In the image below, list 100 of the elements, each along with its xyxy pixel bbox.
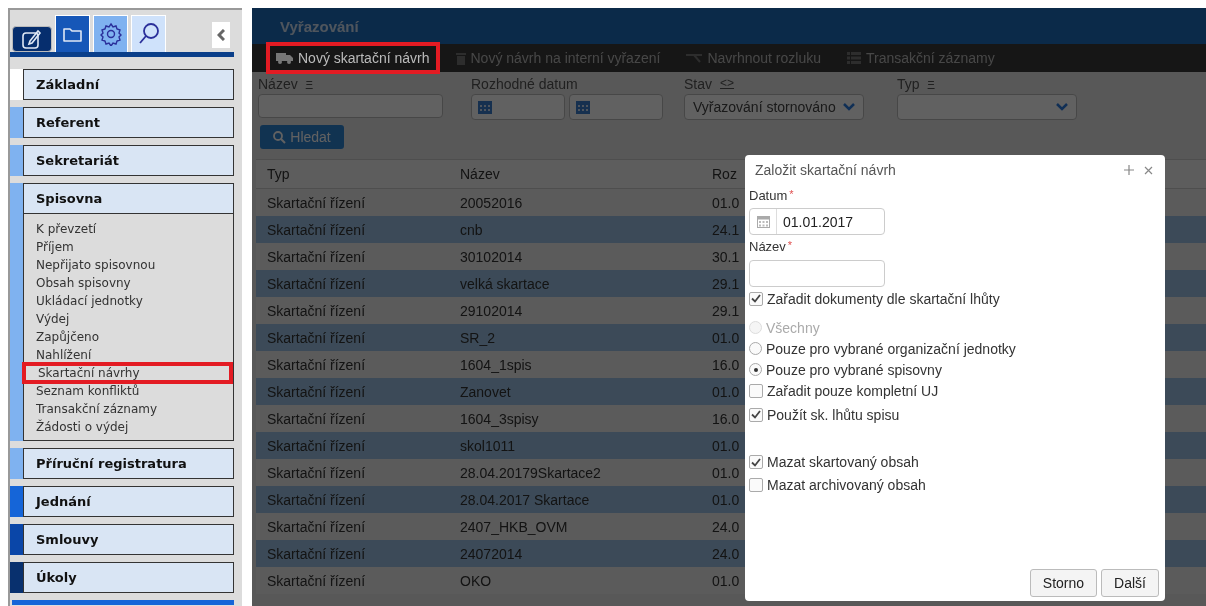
table-cell-text: OKO bbox=[459, 572, 493, 589]
table-cell-text: 16.0 bbox=[711, 356, 741, 373]
toolbar-button[interactable]: Nový skartační návrh bbox=[270, 46, 436, 70]
collapse-button[interactable] bbox=[212, 22, 230, 48]
checkbox[interactable] bbox=[749, 407, 763, 422]
table-cell-text: SR_2 bbox=[459, 329, 497, 346]
field-label: Název bbox=[749, 239, 786, 254]
date-field[interactable] bbox=[471, 94, 565, 120]
calendar-icon bbox=[478, 100, 492, 114]
menu-item[interactable]: K převzetí bbox=[34, 220, 233, 238]
table-cell-text: Skartační řízení bbox=[266, 248, 367, 265]
dialog-title: Založit skartační návrh bbox=[755, 162, 897, 178]
table-cell-text: Skartační řízení bbox=[266, 194, 367, 211]
table-cell-text: Zanovet bbox=[459, 383, 512, 400]
option-label: Mazat skartovaný obsah bbox=[767, 454, 919, 470]
table-cell-text: 01.0 bbox=[711, 464, 741, 481]
menu-item[interactable]: Výdej bbox=[34, 310, 233, 328]
date-field[interactable] bbox=[569, 94, 663, 120]
table-cell-text: 28.04.20179Skartace2 bbox=[459, 464, 602, 481]
menu-item[interactable]: Nahlížení bbox=[34, 346, 233, 364]
radio-button[interactable] bbox=[749, 342, 762, 355]
menu-item[interactable]: Příjem bbox=[34, 238, 233, 256]
plus-icon[interactable] bbox=[1124, 165, 1134, 175]
calendar-icon bbox=[756, 215, 770, 228]
table-cell-text: Skartační řízení bbox=[266, 572, 367, 589]
filter-label: Název bbox=[258, 76, 298, 92]
field-label: Datum bbox=[749, 188, 788, 203]
select-field[interactable] bbox=[897, 94, 1077, 120]
fork-icon bbox=[686, 53, 703, 63]
menu-item[interactable]: Ukládací jednotky bbox=[34, 292, 233, 310]
table-cell-text: Skartační řízení bbox=[266, 437, 367, 454]
menu-item[interactable]: Zapůjčeno bbox=[34, 328, 233, 346]
table-cell-text: Skartační řízení bbox=[266, 302, 367, 319]
table-cell-text: 24.0 bbox=[711, 518, 741, 535]
menu-item[interactable]: Nepřijato spisovnou bbox=[34, 256, 233, 274]
table-cell-text: 30.1 bbox=[711, 248, 741, 265]
page-title: Vyřazování bbox=[280, 17, 359, 35]
table-cell-text: 16.0 bbox=[711, 410, 741, 427]
menu-item[interactable]: Skartační návrhy bbox=[24, 364, 231, 382]
table-cell-text: 01.0 bbox=[711, 383, 741, 400]
checkbox[interactable] bbox=[749, 477, 763, 492]
option-label: Pouze pro vybrané spisovny bbox=[766, 361, 942, 378]
option-label: Pouze pro vybrané organizační jednotky bbox=[766, 340, 1016, 357]
table-cell-text: Skartační řízení bbox=[266, 383, 367, 400]
menu-item[interactable]: Seznam konfliktů bbox=[34, 382, 233, 400]
filter-label: Typ bbox=[897, 76, 920, 92]
dialog-button[interactable]: Storno bbox=[1029, 569, 1098, 597]
table-cell-text: Skartační řízení bbox=[266, 545, 367, 562]
table-cell-text: 24.0 bbox=[711, 545, 741, 562]
menu-item[interactable]: Transakční záznamy bbox=[34, 400, 233, 418]
checkbox[interactable] bbox=[749, 291, 763, 306]
calendar-icon bbox=[576, 100, 590, 114]
search-icon bbox=[273, 130, 287, 144]
table-cell-text: Skartační řízení bbox=[266, 464, 367, 481]
search-icon bbox=[136, 22, 161, 46]
table-cell-text: 30102014 bbox=[459, 248, 524, 265]
option-label: Zařadit dokumenty dle skartační lhůty bbox=[767, 290, 1000, 307]
table-cell-text: Skartační řízení bbox=[266, 491, 367, 508]
option-label: Použít sk. lhůtu spisu bbox=[767, 406, 900, 423]
table-cell-text: cnb bbox=[459, 221, 484, 238]
table-cell-text: 01.0 bbox=[711, 329, 741, 346]
table-cell-text: 1604_1spis bbox=[459, 356, 533, 373]
chevron-down-icon bbox=[1056, 103, 1068, 111]
table-cell-text: 29.1 bbox=[711, 275, 741, 292]
checkbox[interactable] bbox=[749, 383, 763, 398]
option-label: Všechny bbox=[766, 319, 820, 336]
table-cell-text: Skartační řízení bbox=[266, 329, 367, 346]
menu-item[interactable]: Obsah spisovny bbox=[34, 274, 233, 292]
chevron-down-icon bbox=[843, 103, 855, 111]
date-input[interactable]: 01.01.2017 bbox=[749, 208, 885, 235]
table-cell-text: Skartační řízení bbox=[266, 275, 367, 292]
table-cell-text: skol1011 bbox=[459, 437, 516, 454]
table-cell-text: 24.1 bbox=[711, 221, 741, 238]
filter-input[interactable] bbox=[258, 94, 443, 118]
note-icon bbox=[21, 28, 43, 50]
name-input[interactable] bbox=[749, 260, 885, 287]
dialog-button[interactable]: Další bbox=[1101, 569, 1159, 597]
table-cell-text: 20052016 bbox=[459, 194, 524, 211]
checkbox[interactable] bbox=[749, 455, 763, 469]
settings-icon bbox=[98, 22, 123, 46]
option-label: Zařadit pouze kompletní UJ bbox=[767, 382, 939, 399]
table-cell-text: 2407_HKB_OVM bbox=[459, 518, 569, 535]
table-cell-text: Skartační řízení bbox=[266, 356, 367, 373]
table-cell-text: 24072014 bbox=[459, 545, 524, 562]
close-icon[interactable] bbox=[1144, 165, 1153, 175]
table-cell-text: 01.0 bbox=[711, 572, 741, 589]
table-cell-text: 01.0 bbox=[711, 437, 741, 454]
table-cell-text: velká skartace bbox=[459, 275, 551, 292]
menu-item[interactable]: Žádosti o výdej bbox=[34, 418, 233, 436]
sidebar-tab[interactable] bbox=[12, 26, 52, 52]
option-label: Mazat archivovaný obsah bbox=[767, 476, 926, 493]
chevron-left-icon bbox=[217, 29, 225, 41]
table-cell-text: 29.1 bbox=[711, 302, 741, 319]
radio-button[interactable] bbox=[749, 363, 762, 376]
required-mark: * bbox=[787, 239, 793, 253]
filter-label: Rozhodné datum bbox=[471, 76, 578, 92]
table-cell-text: 1604_3spisy bbox=[459, 410, 540, 427]
table-cell-text: Skartační řízení bbox=[266, 410, 367, 427]
filter-label: Stav bbox=[684, 76, 712, 92]
required-mark: * bbox=[789, 188, 794, 202]
